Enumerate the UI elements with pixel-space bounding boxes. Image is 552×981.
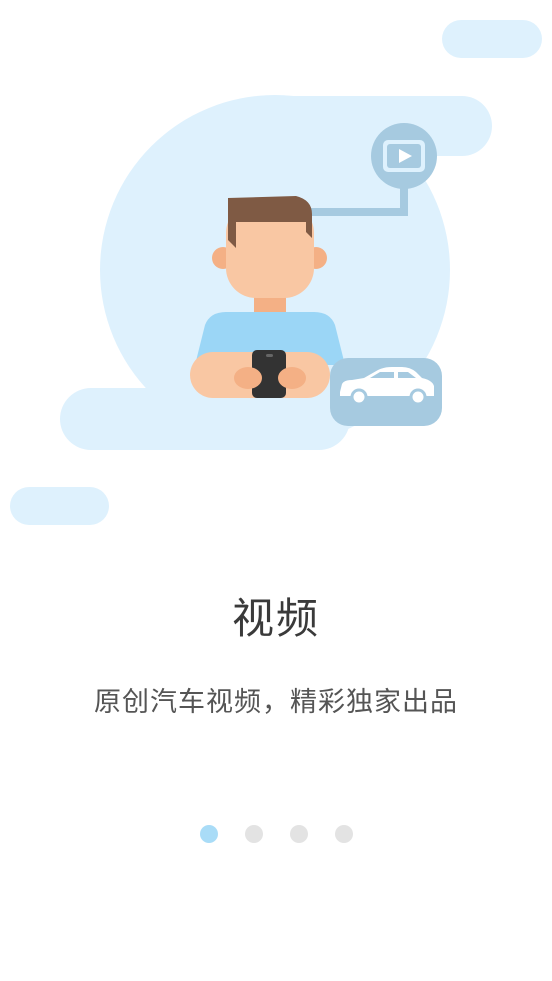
onboarding-title: 视频 bbox=[231, 594, 320, 643]
cloud-top-right bbox=[442, 20, 542, 58]
cloud-top-bar bbox=[240, 96, 492, 156]
right-hand bbox=[278, 367, 306, 389]
page-dot-1[interactable] bbox=[199, 825, 218, 843]
page-indicator bbox=[0, 825, 552, 843]
cloud-bottom-left bbox=[10, 487, 109, 525]
onboarding-subtitle: 原创汽车视频，精彩独家出品 bbox=[94, 687, 458, 718]
page-dot-3[interactable] bbox=[289, 825, 308, 843]
page-dot-2[interactable] bbox=[244, 825, 263, 843]
left-hand bbox=[234, 367, 262, 389]
play-icon bbox=[371, 123, 437, 189]
car-icon bbox=[330, 358, 442, 426]
onboarding-illustration bbox=[10, 20, 542, 525]
page-dot-4[interactable] bbox=[334, 825, 353, 843]
